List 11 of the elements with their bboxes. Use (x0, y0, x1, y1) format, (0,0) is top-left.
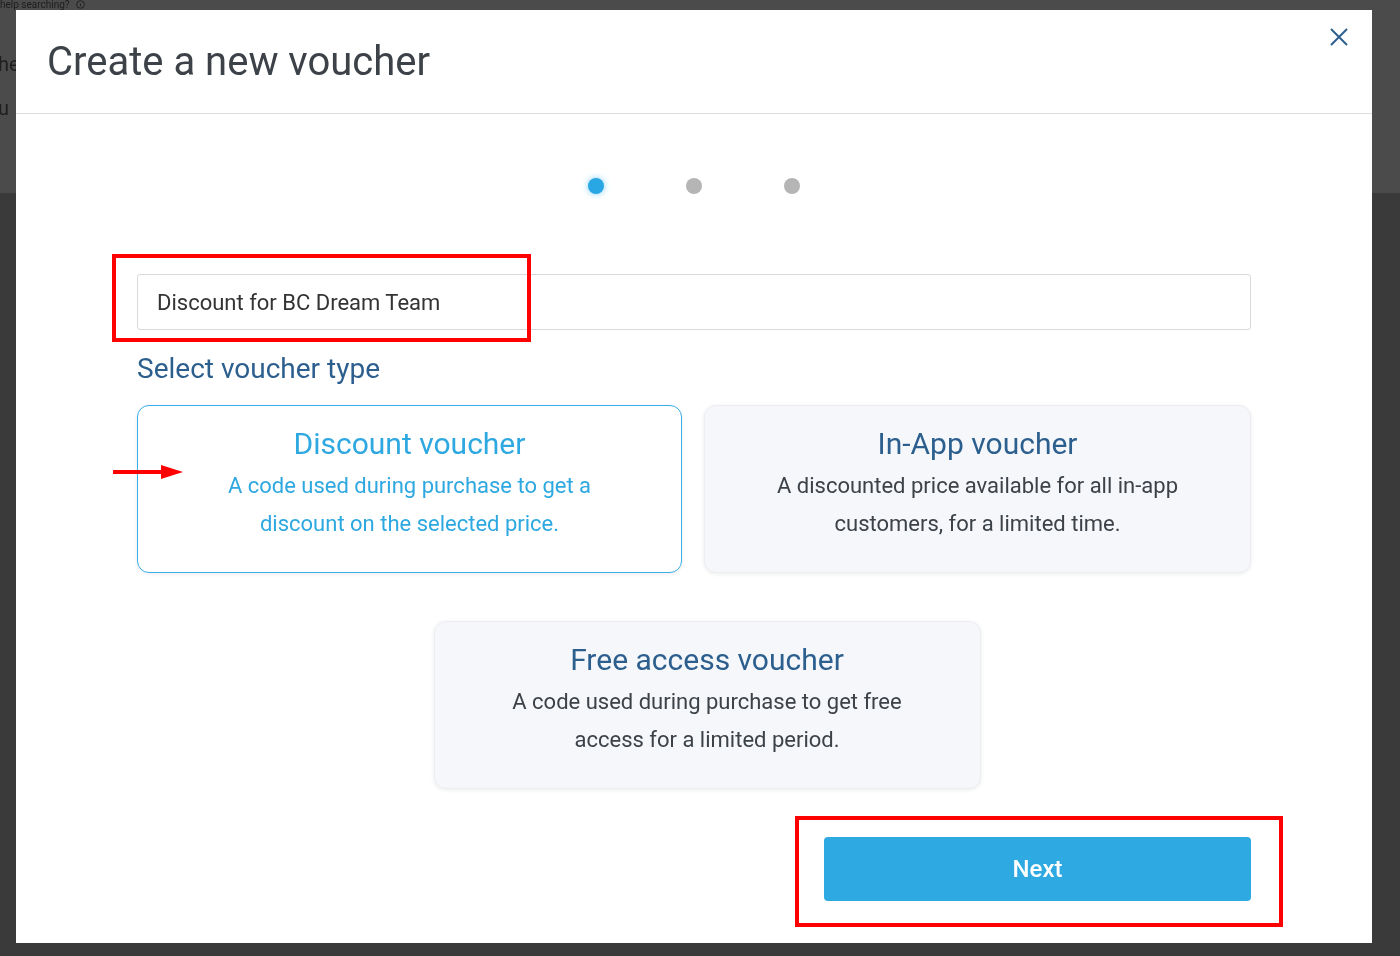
step-dot[interactable] (784, 178, 800, 194)
dialog-title: Create a new voucher (47, 38, 431, 85)
voucher-name-field[interactable]: Discount for BC Dream Team (137, 274, 1251, 330)
voucher-type-card[interactable]: In-App voucher A discounted price available for all in-app customers, for a limited time. (704, 405, 1251, 573)
info-icon (75, 0, 85, 9)
close-icon[interactable] (1328, 26, 1350, 48)
step-dot[interactable] (588, 178, 604, 194)
voucher-type-card[interactable]: Free access voucher A code used during purchase to get free access for a limited period. (433, 621, 981, 789)
section-label: Select voucher type (137, 352, 381, 385)
annotation-arrow (113, 465, 183, 479)
step-dot[interactable] (686, 178, 702, 194)
